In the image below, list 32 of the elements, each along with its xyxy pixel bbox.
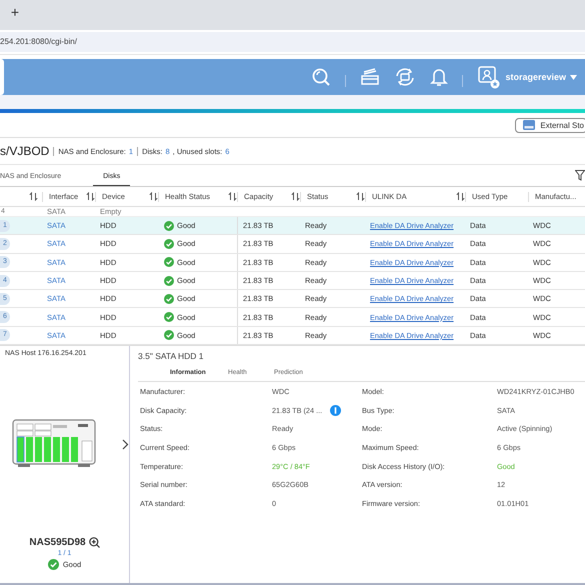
check-icon [48, 559, 59, 570]
sort-icon[interactable] [29, 192, 38, 201]
check-icon [164, 238, 174, 249]
new-tab-button[interactable]: + [8, 2, 22, 22]
drive-icon [522, 119, 536, 131]
sort-icon[interactable] [356, 192, 365, 201]
check-icon [164, 330, 174, 340]
sync-icon[interactable] [394, 67, 416, 87]
check-icon [164, 276, 174, 286]
sort-icon[interactable] [291, 192, 300, 201]
nas-name: NAS595D98 [29, 537, 86, 548]
check-icon [164, 257, 174, 268]
zoom-in-icon[interactable] [88, 537, 100, 548]
sort-icon[interactable] [228, 192, 237, 201]
disk-title: 3.5" SATA HDD 1 [138, 351, 205, 362]
check-icon [164, 294, 174, 304]
sort-icon[interactable] [86, 192, 95, 201]
chevron-right-icon[interactable] [122, 438, 129, 450]
filter-icon[interactable] [575, 170, 585, 181]
caret-icon[interactable] [570, 74, 577, 80]
info-icon[interactable] [330, 404, 342, 416]
sort-icon[interactable] [456, 192, 465, 201]
user-icon[interactable] [477, 65, 502, 89]
check-icon [164, 220, 174, 231]
address-field[interactable]: 254.201:8080/cgi-bin/ [0, 32, 585, 52]
bell-icon[interactable] [430, 67, 448, 87]
stack-icon[interactable] [360, 68, 380, 86]
sort-icon[interactable] [149, 192, 158, 201]
external-storage-button[interactable]: External Sto [515, 118, 585, 132]
check-icon [164, 312, 174, 322]
page-title: s/VJBOD [0, 144, 50, 158]
search-icon[interactable] [311, 67, 332, 87]
